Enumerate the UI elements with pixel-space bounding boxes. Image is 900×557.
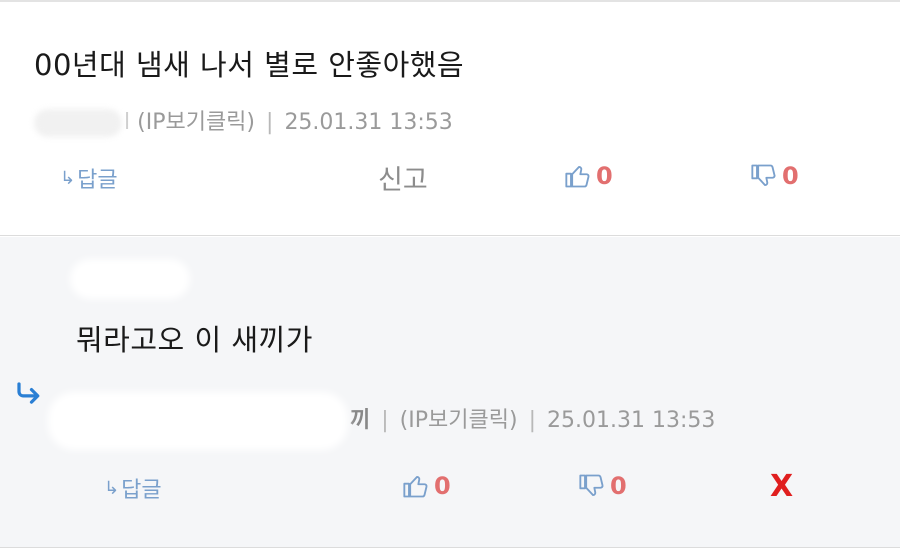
author-name-tail: l	[124, 110, 131, 135]
reply-meta: 끼 | (IP보기클릭) | 25.01.31 13:53	[48, 392, 715, 450]
reply-arrow-icon: ↳	[60, 167, 76, 189]
meta-separator: |	[381, 408, 389, 433]
like-count: 0	[596, 162, 613, 190]
thumbs-up-icon	[565, 165, 590, 188]
dislike-button[interactable]: 0	[578, 472, 627, 500]
comment-timestamp: 25.01.31 13:53	[284, 110, 453, 135]
reply-item: 뭐라고오 이 새끼가 끼 | (IP보기클릭) | 25.01.31 13:53…	[0, 237, 900, 548]
dislike-button[interactable]: 0	[750, 162, 799, 190]
bottom-spacer	[0, 548, 900, 557]
dislike-count: 0	[782, 162, 799, 190]
thumbs-down-icon	[579, 474, 604, 497]
reply-arrow-icon: ↳	[104, 477, 120, 499]
ip-view-link[interactable]: (IP보기클릭)	[400, 408, 518, 433]
dislike-count: 0	[610, 472, 627, 500]
reply-timestamp: 25.01.31 13:53	[546, 408, 716, 433]
delete-label: X	[770, 469, 794, 504]
reply-arrow-icon	[17, 382, 40, 404]
comment-meta: l (IP보기클릭) | 25.01.31 13:53	[34, 104, 453, 137]
like-button[interactable]: 0	[402, 472, 451, 500]
comment-text: 00년대 냄새 나서 별로 안좋아했음	[34, 48, 465, 82]
meta-separator: |	[528, 408, 536, 433]
like-count: 0	[434, 472, 451, 500]
reply-label: 답글	[77, 168, 118, 193]
ip-view-link[interactable]: (IP보기클릭)	[137, 110, 255, 135]
thumbs-down-icon	[751, 164, 776, 187]
author-name-tail: 끼	[350, 408, 371, 433]
author-name-redacted	[48, 392, 348, 450]
reply-button[interactable]: ↳ 답글	[104, 472, 162, 504]
reply-text: 뭐라고오 이 새끼가	[76, 323, 313, 357]
redacted-header	[70, 259, 190, 299]
report-button[interactable]: 신고	[378, 158, 428, 197]
author-name-redacted	[34, 109, 122, 137]
like-button[interactable]: 0	[564, 162, 613, 190]
thumbs-up-icon	[403, 475, 428, 498]
report-label: 신고	[378, 165, 428, 196]
meta-separator: |	[266, 110, 274, 135]
reply-button[interactable]: ↳ 답글	[60, 162, 118, 194]
comment-item: 00년대 냄새 나서 별로 안좋아했음 l (IP보기클릭) | 25.01.3…	[0, 2, 900, 236]
delete-button[interactable]: X	[770, 469, 793, 504]
reply-label: 답글	[121, 478, 162, 503]
